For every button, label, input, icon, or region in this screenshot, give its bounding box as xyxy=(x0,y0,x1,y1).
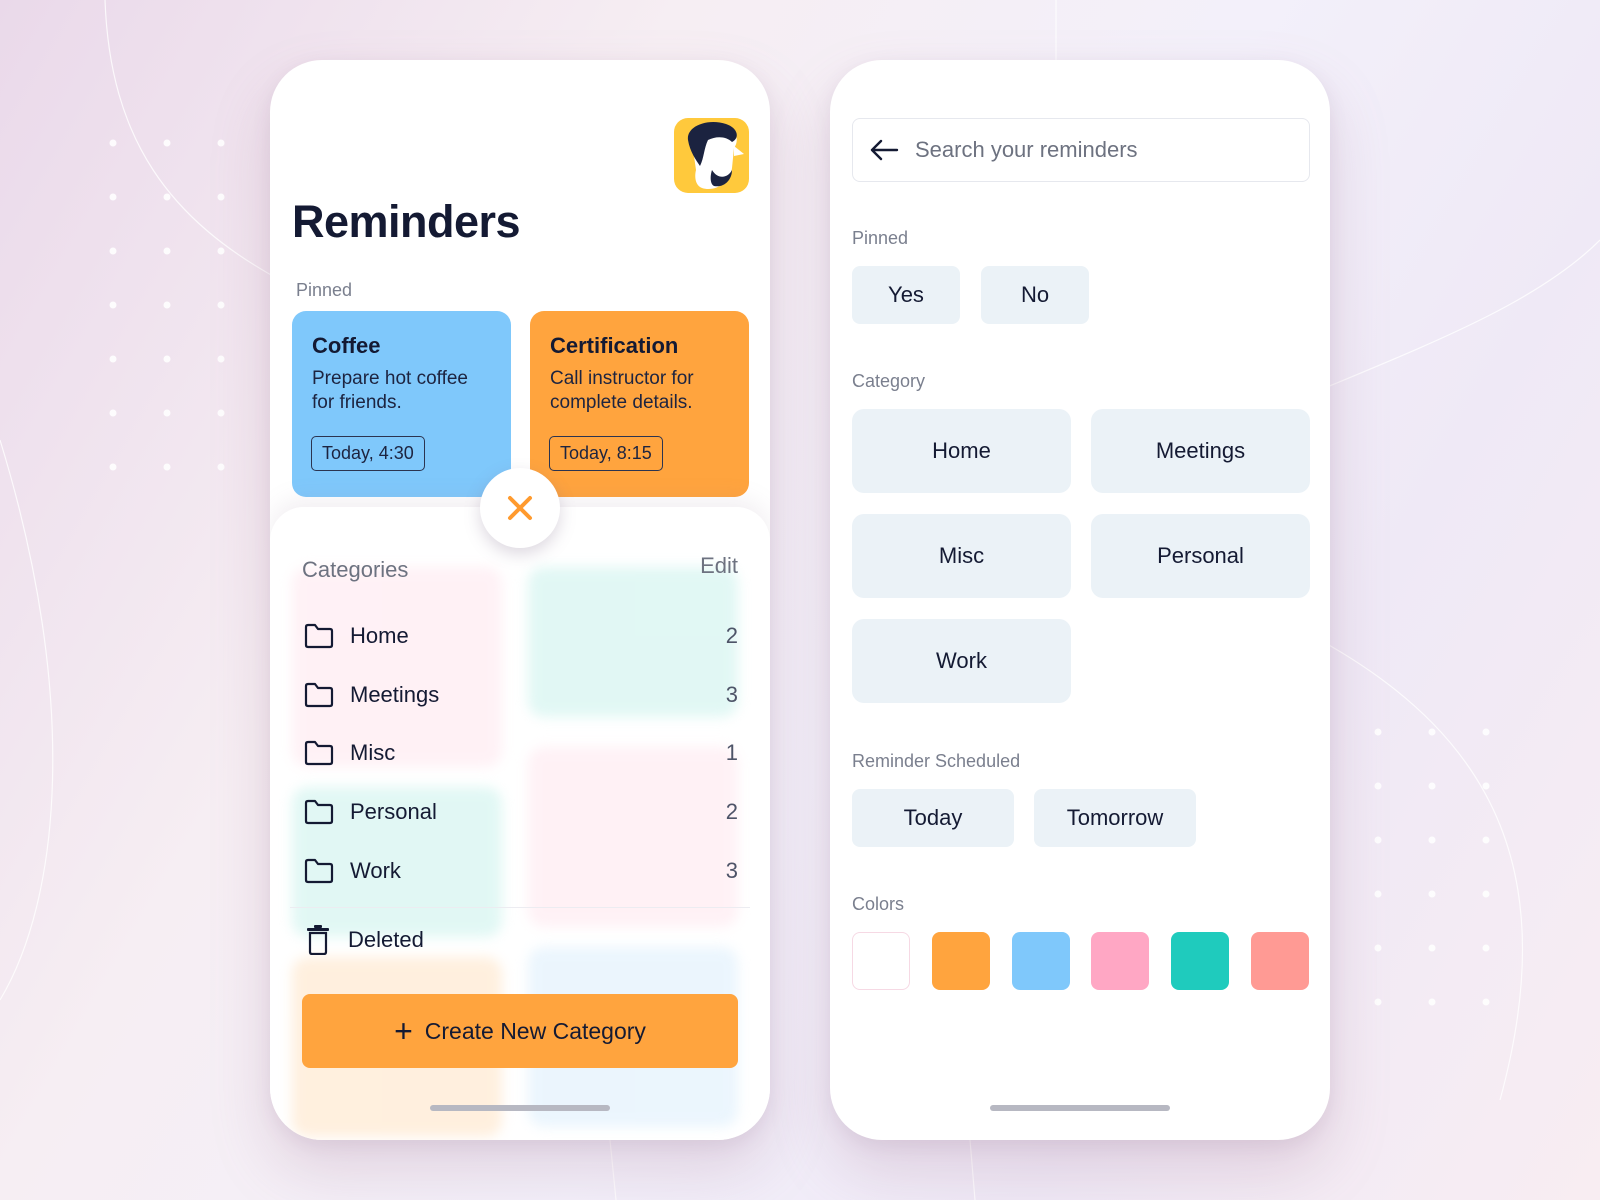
card-title: Coffee xyxy=(312,333,381,358)
create-new-category-button[interactable]: + Create New Category xyxy=(302,994,738,1068)
category-item-misc[interactable]: Misc 1 xyxy=(304,724,738,783)
category-chip-misc[interactable]: Misc xyxy=(852,514,1071,598)
category-count: 2 xyxy=(725,799,738,825)
category-filter-label: Category xyxy=(852,371,926,391)
category-item-meetings[interactable]: Meetings 3 xyxy=(304,666,738,725)
category-count: 3 xyxy=(725,857,738,883)
pinned-card-coffee[interactable]: Coffee Prepare hot coffee for friends. T… xyxy=(292,311,511,497)
card-time-badge: Today, 8:15 xyxy=(549,436,663,471)
color-swatch-orange[interactable] xyxy=(932,932,990,990)
category-list: Home 2 Meetings 3 Misc 1 Personal 2 Work xyxy=(304,607,738,900)
search-input[interactable] xyxy=(915,137,1275,163)
folder-icon xyxy=(304,858,334,883)
category-item-home[interactable]: Home 2 xyxy=(304,607,738,666)
categories-heading: Categories xyxy=(302,557,409,582)
category-item-personal[interactable]: Personal 2 xyxy=(304,783,738,842)
plus-icon: + xyxy=(394,1013,413,1049)
close-button[interactable] xyxy=(480,468,560,548)
color-swatch-pink[interactable] xyxy=(1091,932,1149,990)
avatar[interactable] xyxy=(674,118,749,193)
background-decoration xyxy=(0,0,1600,1200)
deleted-label: Deleted xyxy=(348,927,424,952)
schedule-today-chip[interactable]: Today xyxy=(852,789,1014,847)
color-swatch-white[interactable] xyxy=(852,932,910,990)
arrow-left-icon[interactable] xyxy=(869,139,899,161)
category-name: Home xyxy=(350,623,409,649)
search-filter-screen: Pinned Yes No Category Home Meetings Mis… xyxy=(830,60,1330,1140)
search-bar xyxy=(852,118,1310,182)
category-count: 2 xyxy=(725,623,738,649)
color-swatch-salmon[interactable] xyxy=(1251,932,1309,990)
card-description: Call instructor for complete details. xyxy=(550,368,694,413)
category-name: Meetings xyxy=(350,681,440,707)
edit-button[interactable]: Edit xyxy=(700,553,738,579)
pinned-filter-label: Pinned xyxy=(852,228,909,248)
category-name: Work xyxy=(350,857,401,883)
folder-icon xyxy=(304,741,334,766)
category-chip-home[interactable]: Home xyxy=(852,409,1071,493)
card-title: Certification xyxy=(550,333,679,358)
pinned-no-chip[interactable]: No xyxy=(981,266,1089,324)
home-indicator xyxy=(430,1105,610,1111)
color-swatch-blue[interactable] xyxy=(1012,932,1070,990)
close-icon xyxy=(508,496,532,520)
pinned-yes-chip[interactable]: Yes xyxy=(852,266,960,324)
category-name: Misc xyxy=(350,740,396,766)
colors-filter-label: Colors xyxy=(852,894,905,914)
user-avatar-icon xyxy=(687,121,744,190)
schedule-tomorrow-chip[interactable]: Tomorrow xyxy=(1034,789,1196,847)
category-count: 1 xyxy=(725,740,738,766)
card-description: Prepare hot coffee for friends. xyxy=(312,368,468,413)
deleted-item[interactable]: Deleted xyxy=(306,925,424,955)
folder-icon xyxy=(304,624,334,649)
category-chip-work[interactable]: Work xyxy=(852,619,1071,703)
folder-icon xyxy=(304,799,334,825)
card-time-badge: Today, 4:30 xyxy=(311,436,425,471)
home-indicator xyxy=(990,1105,1170,1111)
categories-sheet: Categories Edit Home 2 Meetings 3 Misc 1… xyxy=(270,507,770,1140)
pinned-card-certification[interactable]: Certification Call instructor for comple… xyxy=(530,311,749,497)
sheet-header: Categories Edit xyxy=(302,553,738,585)
reminders-screen: Reminders Pinned Coffee Prepare hot coff… xyxy=(270,60,770,1140)
page-title: Reminders xyxy=(292,196,521,247)
category-count: 3 xyxy=(725,681,738,707)
color-swatch-teal[interactable] xyxy=(1171,932,1229,990)
category-name: Personal xyxy=(350,799,437,825)
pinned-section-label: Pinned xyxy=(296,280,353,300)
category-chip-meetings[interactable]: Meetings xyxy=(1091,409,1310,493)
category-chip-personal[interactable]: Personal xyxy=(1091,514,1310,598)
folder-icon xyxy=(304,682,334,707)
create-new-category-label: Create New Category xyxy=(424,1017,646,1044)
trash-icon xyxy=(307,925,329,955)
category-item-work[interactable]: Work 3 xyxy=(304,841,738,900)
divider xyxy=(290,907,750,908)
schedule-filter-label: Reminder Scheduled xyxy=(852,751,1021,771)
